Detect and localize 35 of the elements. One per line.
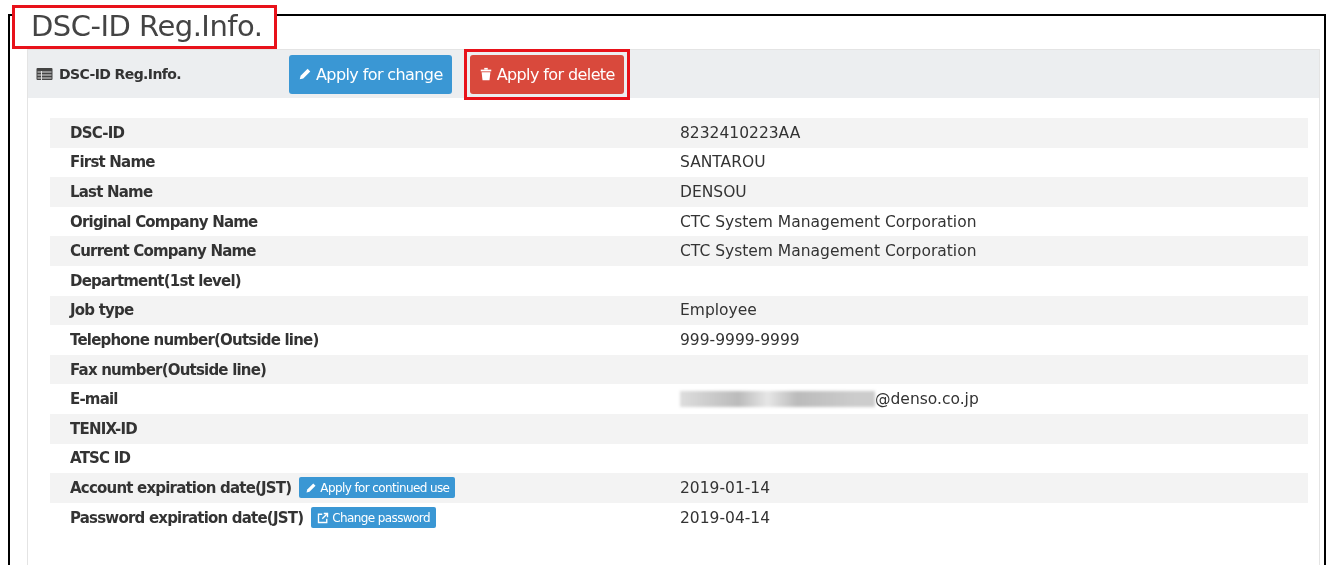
field-value: Employee bbox=[680, 301, 757, 320]
field-label: Job type bbox=[70, 301, 134, 320]
field-value: 999-9999-9999 bbox=[680, 330, 800, 349]
field-label: DSC-ID bbox=[70, 123, 125, 142]
field-value: 2019-01-14 bbox=[680, 478, 771, 497]
field-label: Account expiration date(JST) bbox=[70, 478, 292, 497]
field-label: Original Company Name bbox=[70, 212, 258, 231]
field-label: Current Company Name bbox=[70, 242, 256, 261]
delete-button[interactable]: Apply for delete bbox=[469, 54, 624, 94]
field-label: Department(1st level) bbox=[70, 271, 241, 290]
field-label: TENIX-ID bbox=[70, 419, 137, 438]
pencil-icon bbox=[298, 67, 312, 81]
pencil-icon bbox=[305, 481, 318, 494]
field-value: 2019-04-14 bbox=[680, 508, 771, 527]
page-title: DSC-ID Reg.Info. bbox=[12, 5, 278, 49]
field-label: ATSC ID bbox=[70, 449, 131, 468]
edit-button[interactable]: Apply for change bbox=[289, 54, 452, 94]
external-link-icon bbox=[317, 511, 330, 524]
field-label: Telephone number(Outside line) bbox=[70, 330, 319, 349]
panel-title: DSC-ID Reg.Info. bbox=[59, 66, 183, 82]
field-label: Password expiration date(JST) bbox=[70, 508, 304, 527]
field-label: Fax number(Outside line) bbox=[70, 360, 267, 379]
field-value: CTC System Management Corporation bbox=[680, 212, 977, 231]
field-label: Last Name bbox=[70, 183, 153, 201]
field-value: DENSOU bbox=[680, 183, 747, 201]
field-label: First Name bbox=[70, 153, 155, 172]
change-password-button[interactable]: Change password bbox=[311, 507, 436, 528]
field-value: CTC System Management Corporation bbox=[680, 242, 977, 261]
field-value: 8232410223AA bbox=[680, 123, 801, 142]
trash-icon bbox=[478, 67, 493, 81]
field-value: SANTAROU bbox=[680, 153, 766, 172]
continue-use-button[interactable]: Apply for continued use bbox=[299, 477, 456, 499]
field-label: E-mail bbox=[70, 390, 118, 409]
table-icon bbox=[36, 68, 53, 80]
field-value: @denso.co.jp bbox=[875, 390, 979, 409]
